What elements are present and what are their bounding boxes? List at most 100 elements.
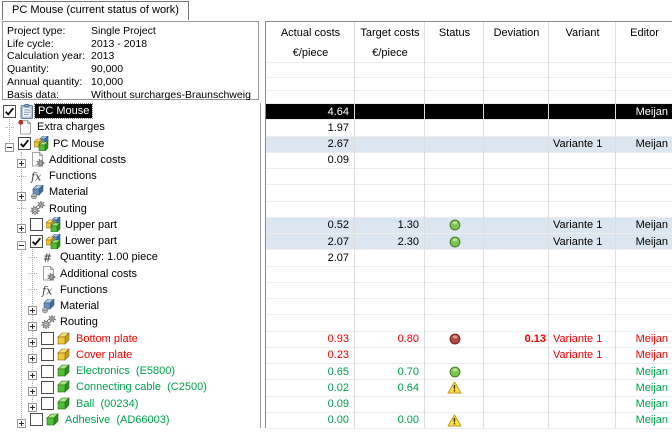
table-row-extra-charges[interactable]: 1.97	[266, 120, 672, 136]
tree-item-additional-costs[interactable]: Additional costs	[0, 266, 260, 282]
column-header-deviation[interactable]: Deviation	[484, 26, 549, 40]
tree-item-label[interactable]: Additional costs	[57, 267, 140, 281]
checkbox-unchecked[interactable]	[41, 365, 54, 378]
table-row-electronics-e5800[interactable]: 0.650.70Meijan	[266, 364, 672, 380]
table-row-bottom-plate[interactable]: 0.930.800.13Variante 1Meijan	[266, 332, 672, 348]
table-row-pc-mouse[interactable]: 4.64Meijan	[266, 104, 672, 120]
column-header-variant[interactable]: Variant	[549, 26, 616, 40]
tree-item-label[interactable]: Routing	[46, 202, 90, 216]
table-row-additional-costs[interactable]: 0.09	[266, 153, 672, 169]
column-header-target-costs[interactable]: Target costs	[355, 26, 425, 40]
expand-icon[interactable]	[28, 334, 37, 343]
svg-text:!: !	[453, 385, 457, 395]
expand-icon[interactable]	[28, 302, 37, 311]
expand-icon[interactable]	[17, 220, 26, 229]
checkbox-unchecked[interactable]	[30, 413, 43, 426]
table-row-lower-part[interactable]: 2.072.30Variante 1Meijan	[266, 234, 672, 250]
column-header-status[interactable]: Status	[425, 26, 484, 40]
tree-item-cover-plate[interactable]: Cover plate	[0, 347, 260, 363]
table-row-pc-mouse[interactable]: 2.67Variante 1Meijan	[266, 137, 672, 153]
tab-pc-mouse[interactable]: PC Mouse (current status of work)	[2, 1, 189, 20]
table-row-cover-plate[interactable]: 0.23Variante 1Meijan	[266, 348, 672, 364]
tree-item-bottom-plate[interactable]: Bottom plate	[0, 331, 260, 347]
checkbox-checked[interactable]	[18, 137, 31, 150]
table-row-functions[interactable]	[266, 283, 672, 299]
collapse-icon[interactable]	[17, 237, 26, 246]
column-header-actual-costs[interactable]: Actual costs	[266, 26, 355, 40]
tree-item-electronics-e5800[interactable]: Electronics (E5800)	[0, 363, 260, 379]
tree-item-label[interactable]: Functions	[57, 283, 111, 297]
table-row-adhesive-ad66003[interactable]: 0.000.00!Meijan	[266, 413, 672, 429]
tree-item-label[interactable]: Bottom plate	[73, 332, 141, 346]
tree-item-label[interactable]: Electronics (E5800)	[73, 364, 178, 378]
variant-cell	[549, 153, 616, 168]
table-row-connecting-cable-c2500[interactable]: 0.020.64!Meijan	[266, 380, 672, 396]
expand-icon[interactable]	[28, 318, 37, 327]
table-row-upper-part[interactable]: 0.521.30Variante 1Meijan	[266, 218, 672, 234]
table-row-routing[interactable]	[266, 315, 672, 331]
column-header-editor[interactable]: Editor	[616, 26, 672, 40]
checkbox-unchecked[interactable]	[41, 332, 54, 345]
deviation-cell	[484, 202, 549, 217]
table-row-material[interactable]	[266, 299, 672, 315]
tree-item-label[interactable]: Ball (00234)	[73, 397, 141, 411]
collapse-icon[interactable]	[5, 139, 14, 148]
tree-item-material[interactable]: Material	[0, 298, 260, 314]
page-red-dot-icon	[18, 120, 34, 135]
tree-item-pc-mouse[interactable]: PC Mouse	[0, 136, 260, 152]
actual-cell	[266, 283, 355, 298]
variant-cell	[549, 397, 616, 412]
table-row-material[interactable]	[266, 185, 672, 201]
table-row-routing[interactable]	[266, 202, 672, 218]
expand-icon[interactable]	[17, 155, 26, 164]
expand-icon[interactable]	[17, 415, 26, 424]
tree-item-adhesive-ad66003[interactable]: Adhesive (AD66003)	[0, 412, 260, 428]
tree-item-pc-mouse[interactable]: PC Mouse	[0, 103, 260, 119]
table-row-ball-00234[interactable]: 0.09Meijan	[266, 397, 672, 413]
expand-icon[interactable]	[17, 188, 26, 197]
tree-item-label[interactable]: PC Mouse	[35, 104, 92, 118]
tree-item-label[interactable]: Extra charges	[34, 120, 108, 134]
tree-item-label[interactable]: Lower part	[62, 234, 120, 248]
tree-item-label[interactable]: PC Mouse	[50, 137, 107, 151]
tree-item-lower-part[interactable]: Lower part	[0, 233, 260, 249]
table-row-functions[interactable]	[266, 169, 672, 185]
tree-item-ball-00234[interactable]: Ball (00234)	[0, 396, 260, 412]
tree-item-label[interactable]: Functions	[46, 169, 100, 183]
tree-item-label[interactable]: Adhesive (AD66003)	[62, 413, 173, 427]
tree-item-upper-part[interactable]: Upper part	[0, 217, 260, 233]
checkbox-checked[interactable]	[3, 105, 16, 118]
checkbox-unchecked[interactable]	[41, 348, 54, 361]
checkbox-unchecked[interactable]	[30, 218, 43, 231]
tree-item-connecting-cable-c2500[interactable]: Connecting cable (C2500)	[0, 379, 260, 395]
expand-icon[interactable]	[28, 383, 37, 392]
expand-icon[interactable]	[28, 350, 37, 359]
expand-icon[interactable]	[28, 399, 37, 408]
table-row-quantity-1-00-piece[interactable]: 2.07	[266, 250, 672, 266]
checkbox-unchecked[interactable]	[41, 381, 54, 394]
checkbox-unchecked[interactable]	[41, 397, 54, 410]
tree-item-functions[interactable]: fxFunctions	[0, 282, 260, 298]
editor-cell: Meijan	[616, 397, 672, 412]
expand-icon[interactable]	[28, 367, 37, 376]
tree-item-label[interactable]: Additional costs	[46, 153, 129, 167]
tree-item-functions[interactable]: fxFunctions	[0, 168, 260, 184]
tree-item-routing[interactable]: Routing	[0, 314, 260, 330]
tree-item-label[interactable]: Quantity: 1.00 piece	[57, 250, 161, 264]
tree-item-quantity-1-00-piece[interactable]: #Quantity: 1.00 piece	[0, 249, 260, 265]
tree-item-extra-charges[interactable]: Extra charges	[0, 119, 260, 135]
editor-cell: Meijan	[616, 380, 672, 395]
target-cell	[355, 104, 425, 119]
tree-item-label[interactable]: Upper part	[62, 218, 120, 232]
tree-item-label[interactable]: Cover plate	[73, 348, 135, 362]
tree-item-label[interactable]: Material	[57, 299, 102, 313]
tree-item-label[interactable]: Connecting cable (C2500)	[73, 380, 210, 394]
tree-item-routing[interactable]: Routing	[0, 201, 260, 217]
tree-item-label[interactable]: Material	[46, 185, 91, 199]
hash-icon: #	[41, 250, 57, 265]
tree-item-material[interactable]: Material	[0, 184, 260, 200]
tree-item-label[interactable]: Routing	[57, 315, 101, 329]
table-row-additional-costs[interactable]	[266, 267, 672, 283]
checkbox-checked[interactable]	[30, 235, 43, 248]
tree-item-additional-costs[interactable]: Additional costs	[0, 152, 260, 168]
